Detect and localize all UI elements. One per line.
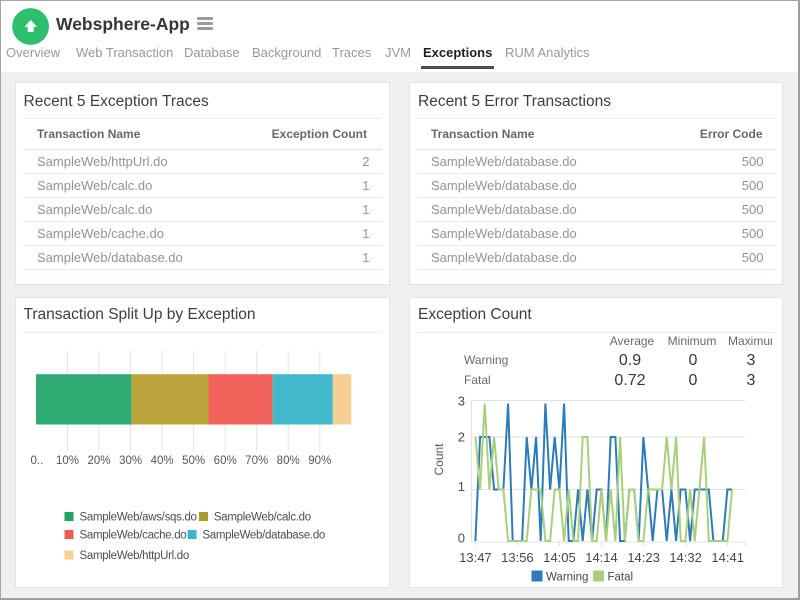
svg-text:SampleWeb/calc.do: SampleWeb/calc.do [214, 512, 311, 524]
svg-text:14:23: 14:23 [627, 550, 660, 565]
svg-text:13:47: 13:47 [459, 550, 492, 565]
svg-text:Minimum: Minimum [668, 334, 717, 348]
svg-text:70%: 70% [245, 455, 268, 467]
svg-text:14:41: 14:41 [711, 550, 744, 565]
svg-text:Warning: Warning [546, 572, 588, 584]
svg-text:Warning: Warning [464, 353, 508, 367]
svg-text:Count: Count [432, 443, 446, 476]
svg-text:3: 3 [747, 372, 756, 389]
svg-text:40%: 40% [151, 455, 174, 467]
svg-text:0: 0 [689, 372, 698, 389]
svg-text:3: 3 [458, 394, 465, 409]
svg-text:80%: 80% [277, 455, 300, 467]
svg-text:20%: 20% [87, 455, 110, 467]
svg-text:0.72: 0.72 [614, 372, 645, 389]
svg-text:0: 0 [458, 531, 465, 546]
svg-text:Average: Average [610, 334, 655, 348]
svg-text:Fatal: Fatal [464, 373, 491, 387]
svg-text:14:05: 14:05 [543, 550, 576, 565]
svg-text:SampleWeb/cache.do: SampleWeb/cache.do [80, 530, 187, 542]
svg-text:30%: 30% [119, 455, 142, 467]
svg-text:0.9: 0.9 [619, 352, 641, 369]
svg-text:13:56: 13:56 [501, 550, 534, 565]
svg-text:3: 3 [747, 352, 756, 369]
svg-text:0: 0 [689, 352, 698, 369]
svg-text:SampleWeb/database.do: SampleWeb/database.do [202, 530, 325, 542]
svg-text:2: 2 [458, 430, 465, 445]
svg-text:60%: 60% [214, 455, 237, 467]
svg-text:1: 1 [458, 479, 465, 494]
svg-text:SampleWeb/aws/sqs.do: SampleWeb/aws/sqs.do [80, 512, 197, 524]
svg-text:50%: 50% [182, 455, 205, 467]
svg-text:Fatal: Fatal [608, 572, 634, 584]
svg-text:10%: 10% [56, 455, 79, 467]
svg-text:14:14: 14:14 [585, 550, 618, 565]
svg-text:14:32: 14:32 [669, 550, 702, 565]
svg-text:SampleWeb/httpUrl.do: SampleWeb/httpUrl.do [80, 550, 189, 562]
svg-text:90%: 90% [308, 455, 331, 467]
svg-text:0..: 0.. [31, 455, 44, 467]
